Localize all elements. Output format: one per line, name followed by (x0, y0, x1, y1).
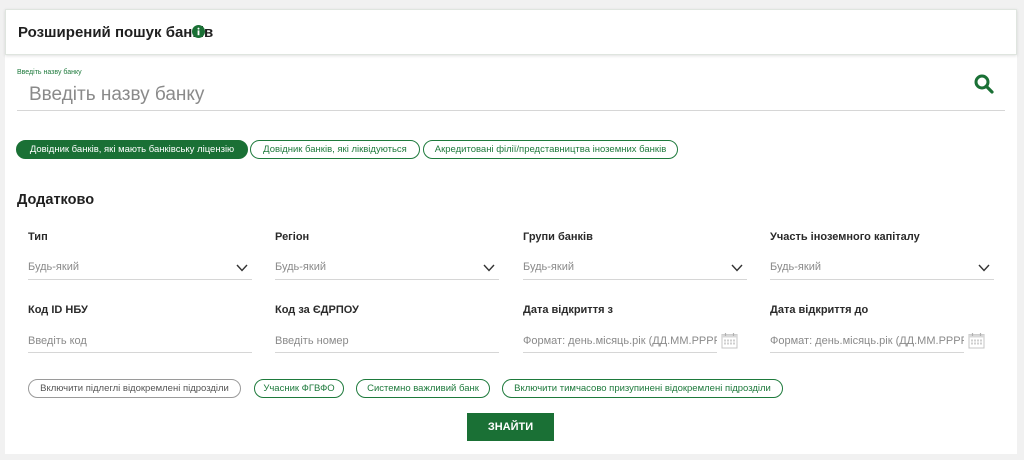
tag-include-suspended[interactable]: Включити тимчасово призупинені відокремл… (502, 379, 783, 398)
nbu-id-label: Код ID НБУ (28, 304, 88, 316)
foreign-capital-label: Участь іноземного капіталу (770, 231, 920, 243)
date-to-label: Дата відкриття до (770, 304, 869, 316)
tab-liquidating-banks[interactable]: Довідник банків, які ліквідуються (250, 140, 420, 159)
type-select-value: Будь-який (28, 261, 79, 273)
chevron-down-icon (483, 264, 495, 272)
calendar-icon[interactable] (721, 332, 738, 349)
panel-header: Розширений пошук банків (5, 9, 1017, 55)
chevron-down-icon (731, 264, 743, 272)
tag-fgvfo-member[interactable]: Учасник ФГВФО (254, 379, 344, 398)
tag-include-subsidiaries[interactable]: Включити підлеглі відокремлені підрозділ… (28, 379, 241, 398)
tag-systemically-important[interactable]: Системно важливий банк (356, 379, 490, 398)
tab-licensed-banks[interactable]: Довідник банків, які мають банківську лі… (16, 140, 248, 159)
chevron-down-icon (236, 264, 248, 272)
region-select[interactable]: Будь-який (275, 256, 499, 280)
search-icon[interactable] (973, 73, 995, 95)
search-panel: Розширений пошук банків Введіть назву ба… (5, 9, 1017, 454)
region-label: Регіон (275, 231, 310, 243)
bank-groups-select[interactable]: Будь-який (523, 256, 747, 280)
date-from-input[interactable] (523, 329, 717, 353)
calendar-icon[interactable] (968, 332, 985, 349)
info-icon[interactable] (192, 25, 205, 38)
bank-groups-select-value: Будь-який (523, 261, 574, 273)
foreign-capital-select-value: Будь-який (770, 261, 821, 273)
type-label: Тип (28, 231, 48, 243)
bank-groups-label: Групи банків (523, 231, 593, 243)
region-select-value: Будь-який (275, 261, 326, 273)
nbu-id-input[interactable] (28, 329, 252, 353)
edrpou-input[interactable] (275, 329, 499, 353)
foreign-capital-select[interactable]: Будь-який (770, 256, 994, 280)
date-to-input[interactable] (770, 329, 964, 353)
section-title-additional: Додатково (17, 192, 95, 208)
bank-name-search-input[interactable] (17, 79, 1005, 111)
tab-foreign-bank-branches[interactable]: Акредитовані філії/представництва інозем… (423, 140, 678, 159)
edrpou-label: Код за ЄДРПОУ (275, 304, 359, 316)
date-from-label: Дата відкриття з (523, 304, 614, 316)
type-select[interactable]: Будь-який (28, 256, 252, 280)
find-button[interactable]: ЗНАЙТИ (467, 413, 554, 441)
search-label: Введіть назву банку (17, 69, 82, 76)
chevron-down-icon (978, 264, 990, 272)
page-title: Розширений пошук банків (18, 24, 214, 41)
